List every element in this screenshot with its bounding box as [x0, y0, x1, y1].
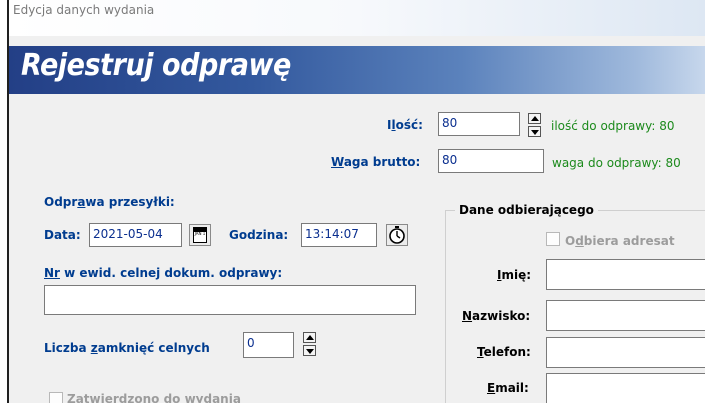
last-name-input[interactable]	[546, 300, 705, 331]
quantity-remaining: ilość do odprawy: 80	[551, 119, 675, 133]
window-title: Edycja danych wydania	[13, 3, 155, 17]
calendar-button[interactable]: JAN 1	[189, 224, 211, 246]
email-label-post: mail:	[495, 381, 529, 395]
shipment-section-label: Odprawa przesyłki:	[44, 195, 175, 209]
approved-label: Zatwierdzono do wydania	[67, 392, 241, 403]
phone-label-post: elefon:	[483, 345, 531, 359]
last-name-label-post: azwisko:	[472, 309, 531, 323]
quantity-label-post: ość:	[395, 118, 423, 132]
first-name-input[interactable]	[546, 259, 705, 290]
dialog-window: Edycja danych wydania Rejestruj odprawę …	[7, 0, 705, 403]
header-banner: Rejestruj odprawę	[9, 46, 705, 94]
customs-doc-label: Nr w ewid. celnej dokum. odprawy:	[44, 266, 282, 280]
customs-doc-label-accel: Nr	[44, 266, 60, 280]
addressee-label-pre: O	[565, 234, 576, 248]
quantity-down-arrow-icon[interactable]	[528, 126, 541, 137]
banner-title: Rejestruj odprawę	[21, 48, 291, 83]
stopwatch-icon	[389, 226, 405, 244]
quantity-label: Ilość:	[387, 118, 423, 132]
seals-input[interactable]: 0	[243, 332, 294, 358]
shipment-label-pre: Odpr	[44, 195, 78, 209]
phone-label-accel: T	[477, 345, 484, 359]
first-name-label-post: mię:	[501, 268, 532, 282]
date-label: Data:	[44, 228, 81, 242]
seals-up-arrow-icon[interactable]	[303, 332, 316, 343]
email-label-accel: E	[487, 381, 496, 395]
seals-stepper[interactable]	[303, 332, 316, 356]
title-bar: Edycja danych wydania	[9, 0, 705, 36]
date-input[interactable]: 2021-05-04	[89, 223, 182, 247]
weight-label: Waga brutto:	[331, 155, 420, 169]
weight-label-accel: W	[331, 155, 344, 169]
calendar-icon: JAN 1	[193, 227, 207, 243]
approved-checkbox[interactable]	[49, 392, 63, 403]
quantity-input[interactable]: 80	[438, 112, 520, 136]
addressee-checkbox[interactable]	[546, 232, 560, 246]
seals-down-arrow-icon[interactable]	[303, 345, 316, 356]
shipment-label-post: wa przesyłki:	[85, 195, 175, 209]
addressee-label-accel: d	[575, 234, 584, 248]
time-label: Godzina:	[229, 228, 289, 242]
quantity-stepper[interactable]	[528, 113, 541, 137]
seals-label-post: amknięć celnych	[97, 341, 210, 355]
addressee-label: Odbiera adresat	[565, 234, 675, 248]
addressee-label-post: biera adresat	[583, 234, 675, 248]
seals-label: Liczba zamknięć celnych	[44, 341, 210, 355]
customs-doc-label-post: w ewid. celnej dokum. odprawy:	[59, 266, 283, 280]
time-input[interactable]: 13:14:07	[301, 223, 377, 247]
seals-label-pre: Liczba	[44, 341, 91, 355]
first-name-label: Imię:	[497, 268, 531, 282]
email-input[interactable]	[546, 373, 705, 403]
phone-label: Telefon:	[477, 345, 531, 359]
weight-input[interactable]: 80	[438, 149, 544, 173]
customs-doc-input[interactable]	[44, 285, 416, 315]
last-name-label-accel: N	[462, 309, 473, 323]
weight-label-post: aga brutto:	[343, 155, 421, 169]
quantity-up-arrow-icon[interactable]	[528, 113, 541, 124]
recipient-group-title: Dane odbierającego	[455, 203, 598, 217]
phone-input[interactable]	[546, 337, 705, 368]
calendar-icon-text: JAN 1	[194, 231, 206, 236]
last-name-label: Nazwisko:	[462, 309, 530, 323]
weight-remaining: waga do odprawy: 80	[552, 156, 681, 170]
seals-label-accel: z	[90, 341, 98, 355]
email-label: Email:	[487, 381, 529, 395]
clock-button[interactable]	[386, 224, 408, 246]
